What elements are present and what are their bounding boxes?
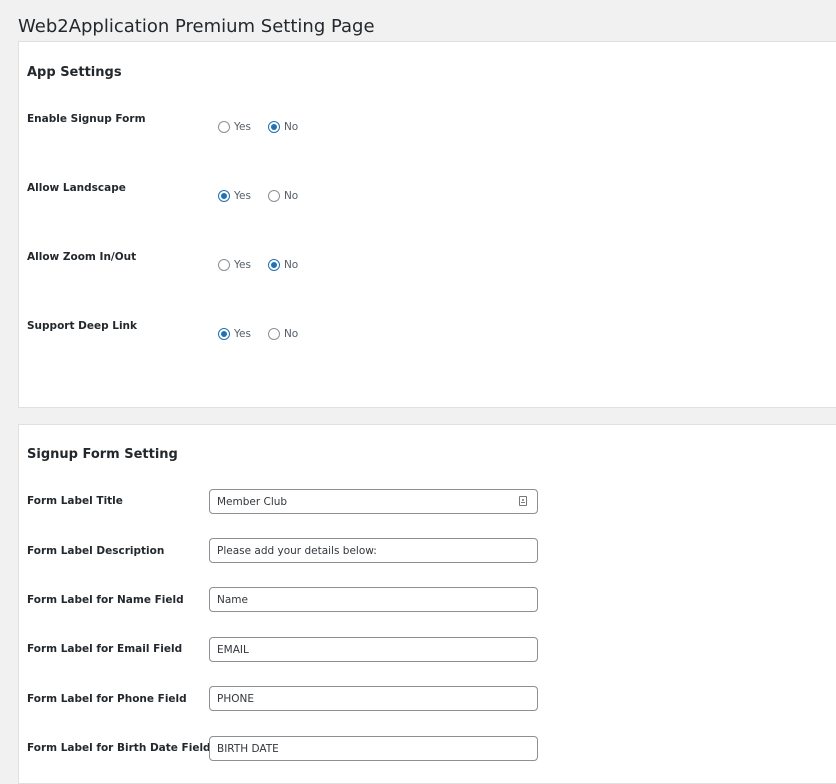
allow-landscape-yes-label: Yes	[234, 190, 251, 202]
allow-zoom-yes-radio[interactable]	[218, 259, 230, 271]
enable-signup-form-yes-radio[interactable]	[218, 121, 230, 133]
form-label-title-label: Form Label Title	[27, 495, 123, 507]
form-label-phone-field-label: Form Label for Phone Field	[27, 693, 187, 705]
allow-landscape-no-radio[interactable]	[267, 190, 280, 202]
form-label-email-field-label: Form Label for Email Field	[27, 643, 183, 655]
support-deep-link-no-option[interactable]: No	[267, 328, 299, 340]
enable-signup-form-no-option[interactable]: No	[267, 121, 299, 133]
form-label-birth-date-field-input[interactable]	[209, 736, 538, 761]
allow-zoom-radio-group: Yes No	[218, 259, 315, 271]
allow-landscape-label: Allow Landscape	[27, 182, 126, 194]
form-label-description-input[interactable]	[209, 538, 538, 563]
enable-signup-form-no-radio[interactable]	[267, 121, 280, 133]
app-settings-heading: App Settings	[27, 65, 122, 80]
form-label-description-label: Form Label Description	[27, 545, 165, 557]
support-deep-link-yes-label: Yes	[234, 328, 251, 340]
form-label-email-field-input[interactable]	[209, 637, 538, 662]
allow-zoom-no-radio[interactable]	[267, 259, 280, 271]
enable-signup-form-no-label: No	[283, 121, 299, 133]
contact-card-icon[interactable]	[519, 496, 527, 506]
enable-signup-form-radio-group: Yes No	[218, 121, 315, 133]
enable-signup-form-yes-label: Yes	[234, 121, 251, 133]
allow-landscape-no-option[interactable]: No	[267, 190, 299, 202]
allow-zoom-no-option[interactable]: No	[267, 259, 299, 271]
support-deep-link-radio-group: Yes No	[218, 328, 315, 340]
form-label-name-field-input[interactable]	[209, 587, 538, 612]
signup-form-heading: Signup Form Setting	[27, 447, 178, 462]
allow-zoom-yes-option[interactable]: Yes	[218, 259, 251, 271]
signup-form-panel: Signup Form Setting Form Label Title For…	[18, 424, 836, 784]
allow-zoom-no-label: No	[283, 259, 299, 271]
allow-landscape-yes-option[interactable]: Yes	[218, 190, 251, 202]
support-deep-link-label: Support Deep Link	[27, 320, 138, 332]
support-deep-link-yes-radio[interactable]	[218, 328, 230, 340]
allow-zoom-yes-label: Yes	[234, 259, 251, 271]
allow-landscape-yes-radio[interactable]	[218, 190, 230, 202]
form-label-phone-field-input[interactable]	[209, 686, 538, 711]
enable-signup-form-label: Enable Signup Form	[27, 113, 146, 125]
form-label-name-field-label: Form Label for Name Field	[27, 594, 184, 606]
support-deep-link-no-label: No	[283, 328, 299, 340]
support-deep-link-yes-option[interactable]: Yes	[218, 328, 251, 340]
support-deep-link-no-radio[interactable]	[267, 328, 280, 340]
app-settings-panel: App Settings Enable Signup Form Yes No A…	[18, 41, 836, 408]
page-title: Web2Application Premium Setting Page	[18, 16, 375, 37]
allow-zoom-label: Allow Zoom In/Out	[27, 251, 137, 263]
allow-landscape-radio-group: Yes No	[218, 190, 315, 202]
enable-signup-form-yes-option[interactable]: Yes	[218, 121, 251, 133]
form-label-title-input[interactable]	[209, 489, 538, 514]
allow-landscape-no-label: No	[283, 190, 299, 202]
form-label-birth-date-field-label: Form Label for Birth Date Field	[27, 742, 211, 754]
